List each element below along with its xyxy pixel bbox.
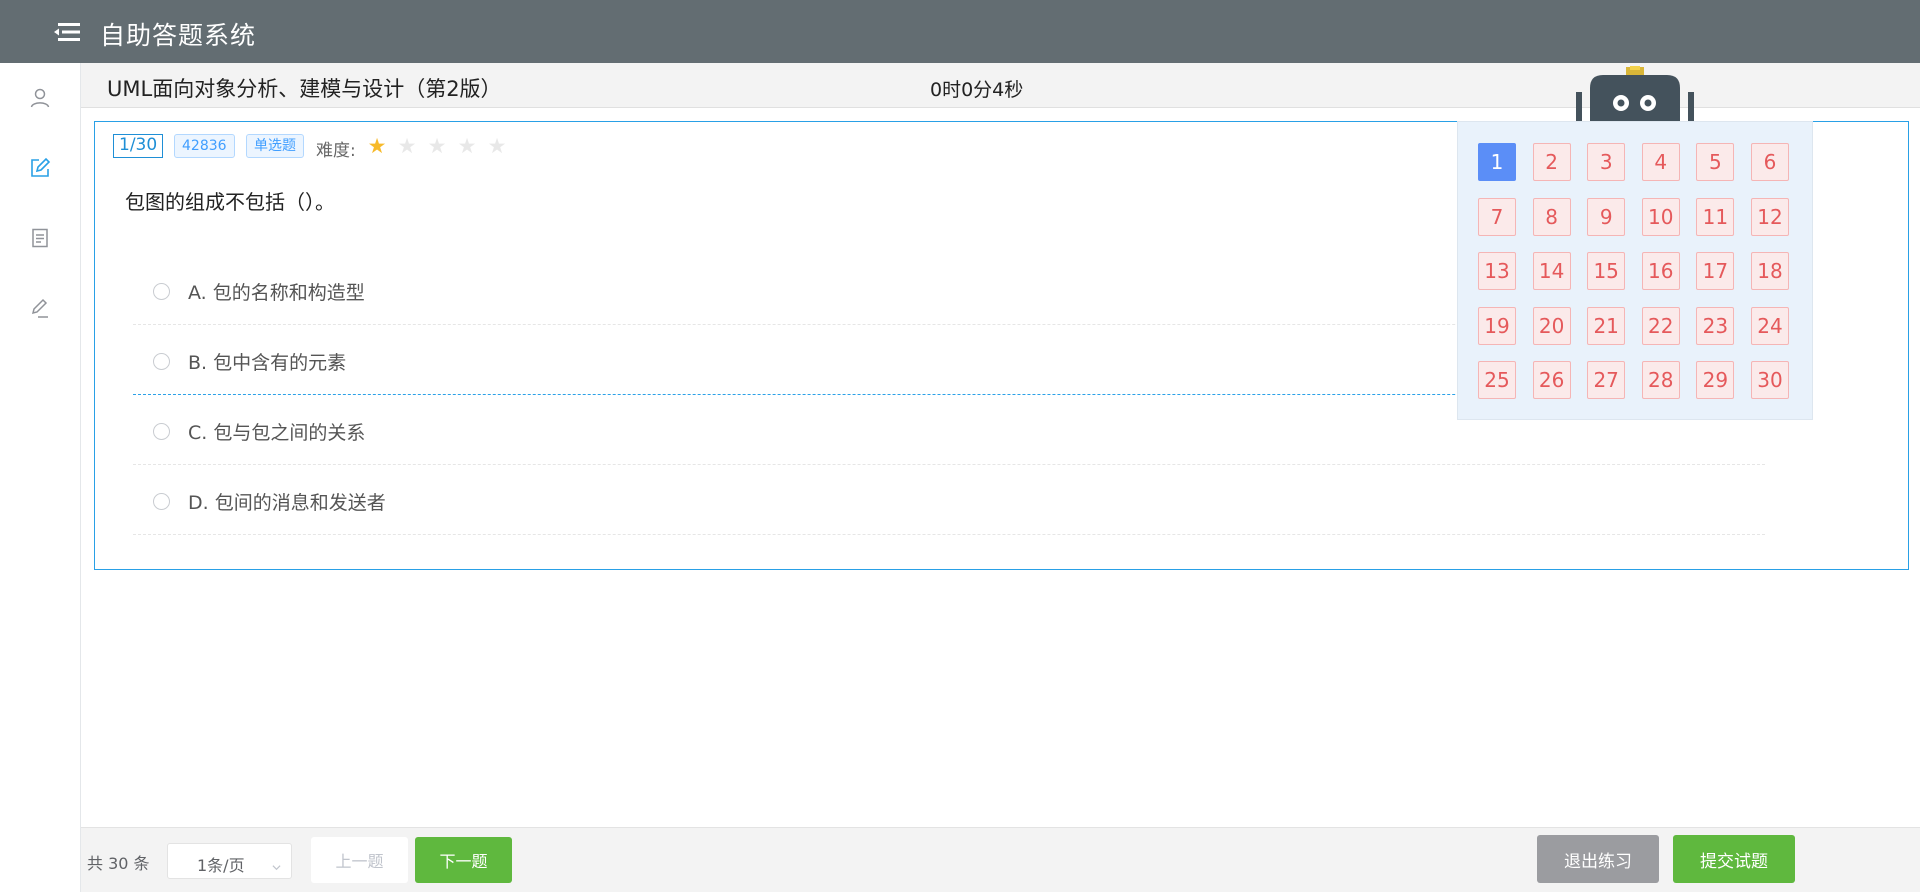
question-number-23[interactable]: 23 — [1696, 306, 1735, 345]
question-number-5[interactable]: 5 — [1696, 143, 1735, 181]
question-number-26[interactable]: 26 — [1532, 361, 1571, 400]
question-number-15[interactable]: 15 — [1587, 252, 1626, 291]
difficulty-stars: ★ ★ ★ ★ ★ — [367, 134, 507, 158]
app-title: 自助答题系统 — [100, 21, 257, 50]
sidebar-item-practice[interactable] — [22, 152, 58, 188]
option-b-radio[interactable] — [153, 353, 170, 370]
question-number-24[interactable]: 24 — [1750, 306, 1789, 345]
star-icon: ★ — [367, 134, 387, 158]
option-c-label: C. 包与包之间的关系 — [188, 422, 366, 444]
course-title: UML面向对象分析、建模与设计（第2版） — [107, 77, 502, 101]
chevron-down-icon — [272, 857, 281, 871]
sidebar — [0, 63, 81, 892]
total-count: 共 30 条 — [87, 854, 150, 873]
question-number-28[interactable]: 28 — [1641, 361, 1680, 400]
option-c-radio[interactable] — [153, 423, 170, 440]
question-id-badge: 42836 — [174, 134, 235, 158]
question-number-11[interactable]: 11 — [1696, 197, 1735, 236]
sidebar-item-records[interactable] — [22, 222, 58, 258]
star-icon: ★ — [457, 134, 477, 158]
question-navigator: 1 2 3 4 5 6 7 8 9 10 11 12 13 14 15 16 17 18 19 20 21 22 23 24 2… — [1457, 121, 1813, 420]
question-number-29[interactable]: 29 — [1696, 361, 1735, 400]
star-icon: ★ — [427, 134, 447, 158]
question-number-13[interactable]: 13 — [1478, 252, 1516, 291]
question-text: 包图的组成不包括（）。 — [125, 190, 335, 214]
sidebar-item-user[interactable] — [22, 82, 58, 118]
question-number-18[interactable]: 18 — [1750, 252, 1789, 291]
question-number-25[interactable]: 25 — [1478, 361, 1516, 400]
next-question-button[interactable]: 下一题 — [415, 837, 512, 883]
option-d-label: D. 包间的消息和发送者 — [188, 492, 386, 514]
question-type-badge: 单选题 — [246, 134, 304, 158]
star-icon: ★ — [397, 134, 417, 158]
submit-answers-button[interactable]: 提交试题 — [1673, 835, 1795, 883]
question-number-6[interactable]: 6 — [1750, 143, 1789, 181]
question-number-9[interactable]: 9 — [1587, 197, 1626, 236]
exam-timer: 0时0分4秒 — [930, 79, 1024, 101]
question-number-14[interactable]: 14 — [1532, 252, 1571, 291]
page-size-select[interactable]: 1条/页 — [167, 843, 292, 879]
footer-bar: 共 30 条 1条/页 上一题 下一题 退出练习 提交试题 — [81, 827, 1920, 892]
prev-question-button[interactable]: 上一题 — [311, 837, 408, 883]
option-a-label: A. 包的名称和构造型 — [188, 282, 365, 304]
question-number-8[interactable]: 8 — [1532, 197, 1571, 236]
top-header: 自助答题系统 — [0, 0, 1920, 63]
star-icon: ★ — [487, 134, 507, 158]
sidebar-item-exam[interactable] — [22, 292, 58, 328]
option-a-radio[interactable] — [153, 283, 170, 300]
question-number-17[interactable]: 17 — [1696, 252, 1735, 291]
difficulty-label: 难度: — [316, 141, 356, 161]
robot-mascot-icon[interactable] — [1576, 66, 1694, 124]
question-number-16[interactable]: 16 — [1641, 252, 1680, 291]
question-number-10[interactable]: 10 — [1641, 197, 1680, 236]
menu-toggle-icon[interactable] — [50, 18, 84, 46]
question-number-27[interactable]: 27 — [1587, 361, 1626, 400]
question-number-21[interactable]: 21 — [1587, 306, 1626, 345]
question-number-4[interactable]: 4 — [1641, 143, 1680, 181]
question-number-30[interactable]: 30 — [1750, 361, 1789, 400]
question-index: 1/30 — [113, 134, 164, 158]
question-number-grid: 1 2 3 4 5 6 7 8 9 10 11 12 13 14 15 16 17 18 19 20 21 22 23 24 2… — [1478, 143, 1789, 400]
option-d-radio[interactable] — [153, 493, 170, 510]
edit-icon — [29, 157, 51, 183]
document-icon — [29, 227, 51, 253]
page-size-value: 1条/页 — [197, 856, 245, 875]
question-number-3[interactable]: 3 — [1587, 143, 1626, 181]
question-number-2[interactable]: 2 — [1532, 143, 1571, 181]
question-number-12[interactable]: 12 — [1750, 197, 1789, 236]
question-number-7[interactable]: 7 — [1478, 197, 1516, 236]
question-number-1[interactable]: 1 — [1478, 143, 1516, 181]
user-icon — [29, 87, 51, 113]
option-b-label: B. 包中含有的元素 — [188, 352, 347, 374]
question-number-20[interactable]: 20 — [1532, 306, 1571, 345]
pencil-icon — [29, 297, 51, 323]
exit-practice-button[interactable]: 退出练习 — [1537, 835, 1659, 883]
question-number-19[interactable]: 19 — [1478, 306, 1516, 345]
option-d[interactable]: D. 包间的消息和发送者 — [133, 465, 1765, 535]
question-number-22[interactable]: 22 — [1641, 306, 1680, 345]
